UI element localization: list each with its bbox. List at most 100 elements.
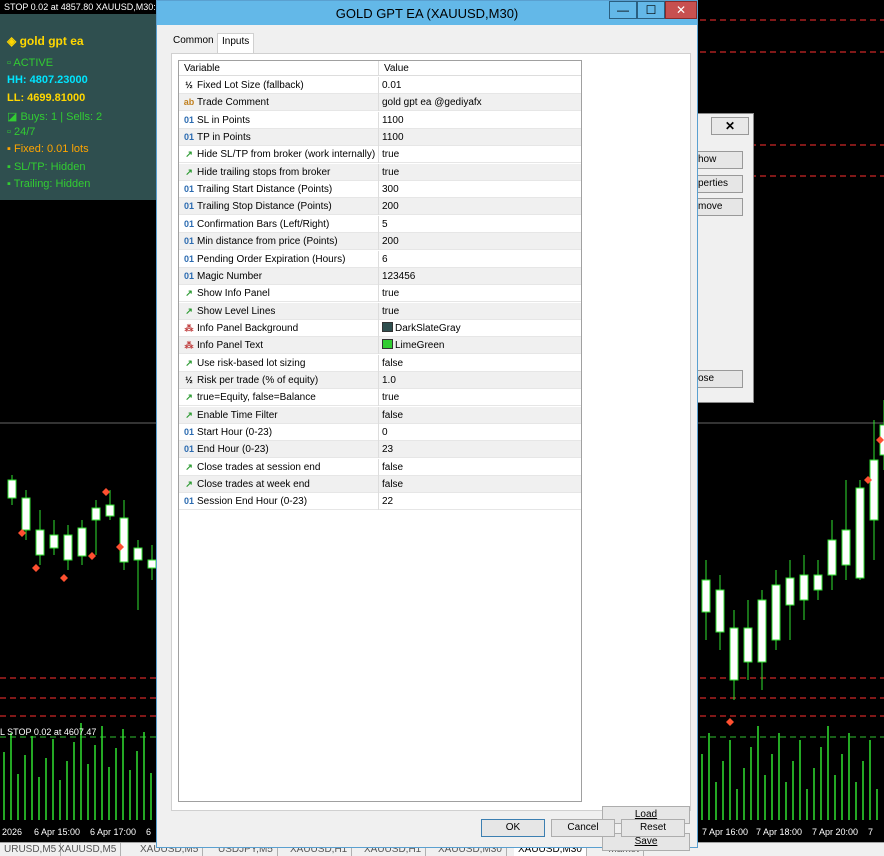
param-value-cell[interactable]: 23 [379,441,581,458]
candle-body [77,527,87,557]
param-value-cell[interactable]: true [379,164,581,181]
tab-inputs[interactable]: Inputs [217,33,255,53]
integer-type-icon: 01 [183,253,194,264]
param-row[interactable]: 01 SL in Points 1100 [179,111,581,129]
param-value-cell[interactable]: DarkSlateGray [379,320,581,337]
param-row[interactable]: ⁂ Info Panel Text LimeGreen [179,337,581,355]
background-dialog-close-button[interactable]: ✕ [711,117,749,135]
ea-info-panel: ◈ gold gpt ea ▫ ACTIVE HH: 4807.23000 LL… [0,14,156,200]
param-value-cell[interactable]: 0 [379,424,581,441]
param-row[interactable]: 01 Start Hour (0-23) 0 [179,424,581,441]
background-dialog-button[interactable]: perties [695,175,743,193]
param-row[interactable]: ↗ Close trades at week end false [179,476,581,494]
param-value: 23 [382,444,394,456]
column-header-variable[interactable]: Variable [179,61,379,76]
param-name-cell: 01 Trailing Start Distance (Points) [179,181,379,199]
param-value-cell[interactable]: LimeGreen [379,337,581,354]
param-name: Info Panel Background [197,322,299,334]
param-name-cell: ½ Fixed Lot Size (fallback) [179,77,379,94]
background-dialog-button[interactable]: ose [695,370,743,388]
param-row[interactable]: ↗ Show Level Lines true [179,302,581,320]
candle-body [105,504,115,517]
minimize-button[interactable]: — [609,1,637,19]
background-dialog: ✕ how perties move ose [694,113,754,403]
param-row[interactable]: ↗ Close trades at session end false [179,458,581,476]
close-button[interactable]: ✕ [665,1,697,19]
cancel-button[interactable]: Cancel [551,819,615,837]
param-row[interactable]: 01 End Hour (0-23) 23 [179,441,581,459]
info-trailing-hidden: ▪ Trailing: Hidden [7,178,91,190]
param-row[interactable]: ab Trade Comment gold gpt ea @gediyafx [179,94,581,112]
lock-icon: ▪ [7,178,14,190]
candle-body [21,497,31,531]
background-dialog-button[interactable]: how [695,151,743,169]
param-row[interactable]: ↗ true=Equity, false=Balance true [179,389,581,407]
param-value-cell[interactable]: false [379,476,581,493]
param-name: Hide trailing stops from broker [197,166,331,178]
time-label: 7 [868,827,874,837]
param-row[interactable]: 01 Session End Hour (0-23) 22 [179,493,581,511]
param-value: LimeGreen [395,340,445,352]
param-row[interactable]: 01 Magic Number 123456 [179,267,581,285]
param-value-cell[interactable]: 22 [379,493,581,510]
param-row[interactable]: 01 Trailing Start Distance (Points) 300 [179,181,581,199]
candle-body [701,579,711,613]
column-header-value[interactable]: Value [379,61,581,76]
param-row[interactable]: 01 Pending Order Expiration (Hours) 6 [179,250,581,268]
param-row[interactable]: ↗ Enable Time Filter false [179,406,581,424]
stop-level-label: L STOP 0.02 at 4607.47 [0,727,97,737]
param-name: Trailing Stop Distance (Points) [197,201,332,213]
param-row[interactable]: 01 TP in Points 1100 [179,129,581,147]
candle-body [7,479,17,499]
ok-button[interactable]: OK [481,819,545,837]
param-value-cell[interactable]: gold gpt ea @gediyafx [379,94,581,111]
param-name: Show Level Lines [197,305,276,317]
param-row[interactable]: 01 Min distance from price (Points) 200 [179,233,581,251]
maximize-button[interactable]: ☐ [637,1,665,19]
param-row[interactable]: ½ Fixed Lot Size (fallback) 0.01 [179,77,581,94]
param-value-cell[interactable]: 123456 [379,268,581,285]
time-label: 6 Apr 17:00 [90,827,137,837]
chart-tab[interactable]: URUSD,M5 [0,843,62,856]
info-status: ▫ ACTIVE [7,57,54,69]
param-value-cell[interactable]: 200 [379,198,581,215]
param-row[interactable]: ½ Risk per trade (% of equity) 1.0 [179,371,581,389]
param-value-cell[interactable]: 1100 [379,129,581,146]
param-value-cell[interactable]: 200 [379,233,581,250]
param-name: Trailing Start Distance (Points) [197,184,333,196]
param-row[interactable]: ⁂ Info Panel Background DarkSlateGray [179,319,581,337]
chart-tab[interactable]: XAUUSD,M5 [54,843,122,856]
param-value-cell[interactable]: true [379,285,581,302]
param-value-cell[interactable]: false [379,355,581,372]
reset-button[interactable]: Reset [621,819,685,837]
param-value-cell[interactable]: true [379,389,581,406]
param-value-cell[interactable]: 6 [379,251,581,268]
param-value-cell[interactable]: 5 [379,216,581,233]
param-value-cell[interactable]: true [379,146,581,163]
param-name-cell: ⁂ Info Panel Text [179,337,379,355]
param-value-cell[interactable]: 0.01 [379,77,581,94]
param-row[interactable]: ↗ Use risk-based lot sizing false [179,354,581,372]
param-row[interactable]: 01 Confirmation Bars (Left/Right) 5 [179,215,581,233]
tab-common[interactable]: Common [173,35,214,46]
background-dialog-button[interactable]: move [695,198,743,216]
dialog-titlebar[interactable]: GOLD GPT EA (XAUUSD,M30) — ☐ ✕ [157,1,697,25]
param-value-cell[interactable]: false [379,459,581,476]
param-name-cell: ½ Risk per trade (% of equity) [179,371,379,389]
param-row[interactable]: ↗ Hide trailing stops from broker true [179,163,581,181]
param-name-cell: ↗ Show Level Lines [179,302,379,320]
param-value-cell[interactable]: false [379,407,581,424]
param-row[interactable]: 01 Trailing Stop Distance (Points) 200 [179,198,581,216]
param-row[interactable]: ↗ Show Info Panel true [179,285,581,303]
bool-type-icon: ↗ [185,461,193,472]
param-row[interactable]: ↗ Hide SL/TP from broker (work internally… [179,146,581,164]
param-value-cell[interactable]: 1.0 [379,372,581,389]
param-value-cell[interactable]: 1100 [379,112,581,129]
param-value-cell[interactable]: 300 [379,181,581,198]
param-name: Trade Comment [197,97,269,109]
time-label: 6 [146,827,152,837]
param-name: Magic Number [197,270,263,282]
param-value-cell[interactable]: true [379,303,581,320]
candle-body [91,507,101,521]
param-name-cell: ab Trade Comment [179,94,379,112]
